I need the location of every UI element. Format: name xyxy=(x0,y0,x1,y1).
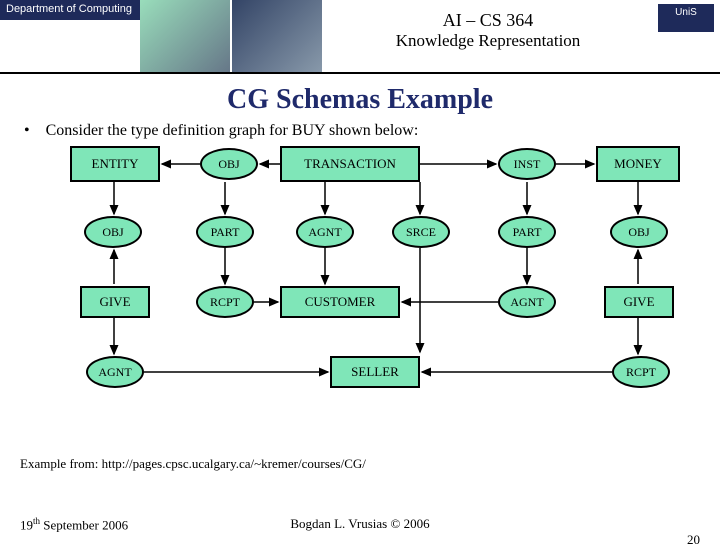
header-photo-1 xyxy=(140,0,230,72)
header-title-box: AI – CS 364 Knowledge Representation xyxy=(326,10,650,51)
node-agnt-right: AGNT xyxy=(498,286,556,318)
node-rcpt-left: RCPT xyxy=(196,286,254,318)
dept-label: Department of Computing xyxy=(0,0,140,20)
course-code: AI – CS 364 xyxy=(326,10,650,31)
slide-title: CG Schemas Example xyxy=(0,84,720,116)
conceptual-graph: ENTITY OBJ TRANSACTION INST MONEY OBJ PA… xyxy=(20,146,700,446)
node-obj-right: OBJ xyxy=(610,216,668,248)
node-transaction: TRANSACTION xyxy=(280,146,420,182)
node-money: MONEY xyxy=(596,146,680,182)
node-agnt-mid: AGNT xyxy=(296,216,354,248)
node-customer: CUSTOMER xyxy=(280,286,400,318)
header-photo-2 xyxy=(232,0,322,72)
bullet-text: Consider the type definition graph for B… xyxy=(24,122,720,140)
slide-header: Department of Computing AI – CS 364 Know… xyxy=(0,0,720,74)
node-part-left: PART xyxy=(196,216,254,248)
university-logo: UniS xyxy=(658,4,714,32)
node-srce: SRCE xyxy=(392,216,450,248)
node-inst: INST xyxy=(498,148,556,180)
node-seller: SELLER xyxy=(330,356,420,388)
node-give-right: GIVE xyxy=(604,286,674,318)
course-topic: Knowledge Representation xyxy=(326,31,650,51)
node-obj-left: OBJ xyxy=(84,216,142,248)
footer-page: 20 xyxy=(687,532,700,548)
example-source: Example from: http://pages.cpsc.ucalgary… xyxy=(20,456,720,472)
footer-date: 19th September 2006 xyxy=(20,516,128,533)
node-agnt-bottom: AGNT xyxy=(86,356,144,388)
node-obj-top: OBJ xyxy=(200,148,258,180)
node-rcpt-bottom: RCPT xyxy=(612,356,670,388)
slide-footer: 19th September 2006 Bogdan L. Vrusias © … xyxy=(0,516,720,532)
node-give-left: GIVE xyxy=(80,286,150,318)
node-entity: ENTITY xyxy=(70,146,160,182)
node-part-right: PART xyxy=(498,216,556,248)
